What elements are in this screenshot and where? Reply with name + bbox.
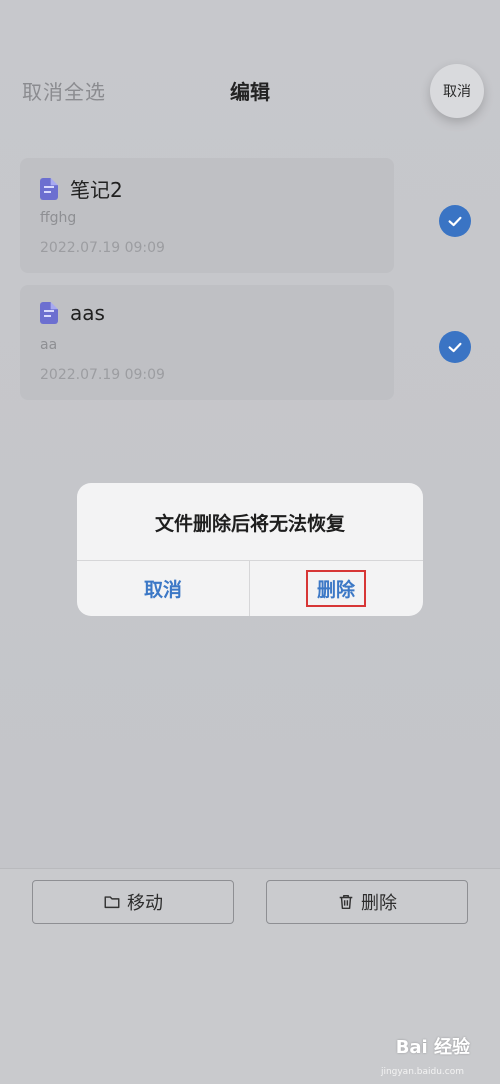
- checkbox-checked-icon[interactable]: [439, 331, 471, 363]
- checkbox-checked-icon[interactable]: [439, 205, 471, 237]
- dialog-message: 文件删除后将无法恢复: [154, 513, 345, 535]
- header-cancel-button[interactable]: 取消: [430, 64, 484, 118]
- note-title-row: aas: [40, 301, 105, 325]
- note-card[interactable]: 笔记2 ffghg 2022.07.19 09:09: [20, 158, 394, 273]
- document-icon: [40, 302, 58, 324]
- folder-icon: [104, 896, 120, 909]
- page-title: 编辑: [230, 80, 270, 104]
- note-snippet: ffghg: [40, 210, 77, 226]
- dialog-delete-button[interactable]: 删除: [250, 561, 422, 616]
- header: 取消全选 编辑 取消: [0, 60, 500, 120]
- note-title-row: 笔记2: [40, 174, 123, 203]
- note-title: aas: [70, 301, 105, 325]
- document-icon: [40, 177, 58, 200]
- note-card[interactable]: aas aa 2022.07.19 09:09: [20, 285, 394, 400]
- delete-button[interactable]: 删除: [266, 880, 468, 924]
- screen: 取消全选 编辑 取消 笔记2 ffghg 2022.07.19 09:09 aa…: [0, 0, 500, 1084]
- note-snippet: aa: [40, 337, 58, 353]
- confirm-delete-dialog: 文件删除后将无法恢复 取消 删除: [77, 483, 423, 616]
- dialog-cancel-button[interactable]: 取消: [77, 561, 249, 616]
- move-label: 移动: [127, 893, 163, 914]
- note-date: 2022.07.19 09:09: [40, 367, 165, 383]
- note-title: 笔记2: [70, 178, 123, 202]
- move-button[interactable]: 移动: [32, 880, 234, 924]
- trash-icon: [339, 894, 353, 910]
- watermark-logo: Bai 经验: [395, 1037, 470, 1058]
- delete-label: 删除: [361, 893, 397, 914]
- dialog-delete-label: 删除: [305, 570, 366, 607]
- watermark-url: jingyan.baidu.com: [380, 1067, 464, 1077]
- note-date: 2022.07.19 09:09: [40, 240, 165, 256]
